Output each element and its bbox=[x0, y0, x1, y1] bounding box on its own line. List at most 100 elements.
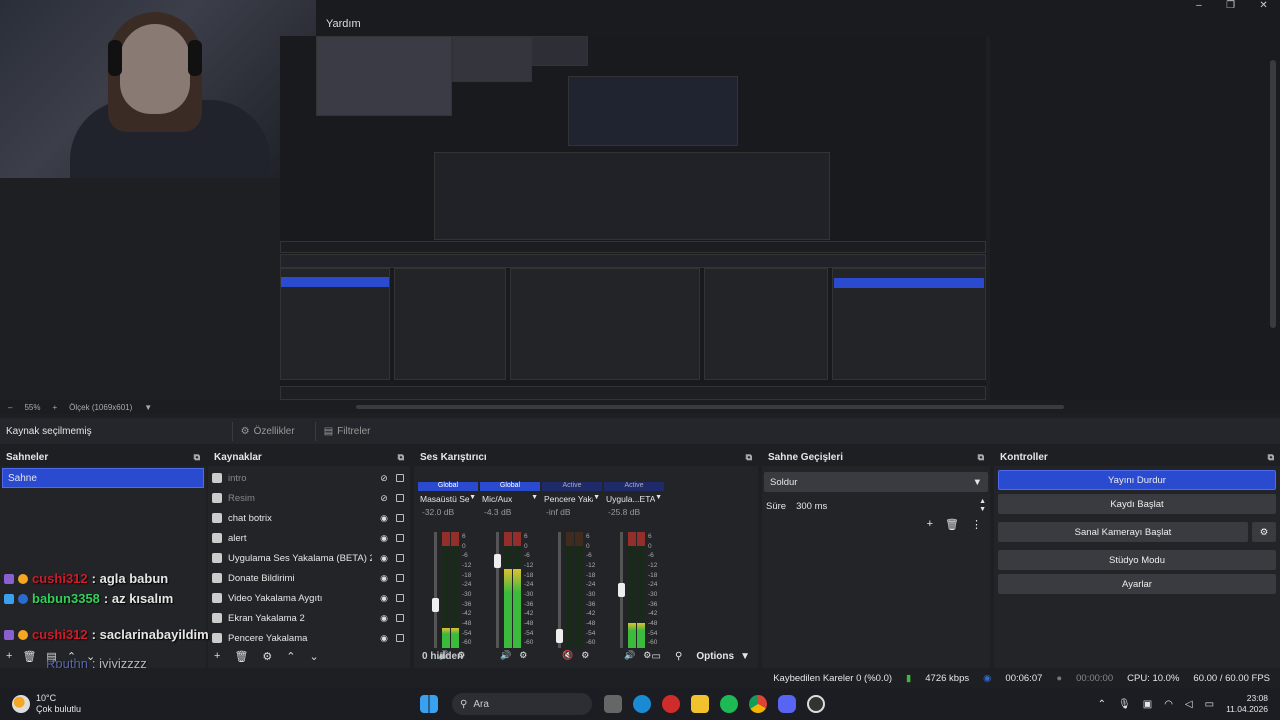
volume-slider[interactable] bbox=[494, 532, 501, 648]
channel-name[interactable]: Mic/Aux ▼ bbox=[480, 491, 540, 507]
lock-icon[interactable] bbox=[396, 534, 404, 542]
chevron-down-icon[interactable]: ▼ bbox=[740, 651, 750, 662]
lock-icon[interactable] bbox=[396, 574, 404, 582]
preview-canvas[interactable] bbox=[280, 36, 986, 400]
studio-mode-button[interactable]: Stüdyo Modu bbox=[998, 550, 1276, 570]
popout-icon[interactable]: ⧉ bbox=[978, 452, 984, 463]
mic-icon[interactable]: 🎙 bbox=[1118, 699, 1131, 710]
lock-icon[interactable] bbox=[396, 474, 404, 482]
stepper-icon[interactable]: ▲ ▼ bbox=[979, 498, 986, 514]
maximize-icon[interactable]: ❐ bbox=[1226, 0, 1235, 16]
lock-icon[interactable] bbox=[396, 494, 404, 502]
horizontal-scrollbar[interactable] bbox=[356, 405, 1064, 409]
windows-start-icon[interactable] bbox=[420, 695, 438, 713]
volume-knob[interactable] bbox=[432, 598, 439, 613]
channel-name[interactable]: Masaüstü Ses ▼ bbox=[418, 491, 478, 507]
file-explorer-icon[interactable] bbox=[691, 695, 709, 713]
vertical-scrollbar[interactable] bbox=[1270, 60, 1276, 328]
trash-icon[interactable]: 🗑 bbox=[945, 518, 959, 531]
source-item[interactable]: alert ◉ bbox=[208, 528, 410, 548]
chrome-icon[interactable] bbox=[749, 695, 767, 713]
spotify-icon[interactable] bbox=[720, 695, 738, 713]
chevron-down-icon: ▼ bbox=[593, 494, 600, 501]
discord-icon[interactable] bbox=[778, 695, 796, 713]
battery-icon[interactable]: ▭ bbox=[1205, 699, 1214, 710]
eye-icon[interactable]: ◉ bbox=[378, 613, 390, 624]
lock-icon[interactable] bbox=[396, 554, 404, 562]
lock-icon[interactable] bbox=[396, 514, 404, 522]
eye-icon[interactable]: ◉ bbox=[378, 593, 390, 604]
chevron-down-icon[interactable]: ⌄ bbox=[310, 650, 319, 663]
source-item[interactable]: Resim ⊘ bbox=[208, 488, 410, 508]
level-meter bbox=[566, 532, 574, 648]
eye-icon[interactable]: ◉ bbox=[378, 513, 390, 524]
clipboard-icon[interactable]: ▣ bbox=[1143, 699, 1152, 710]
volume-slider[interactable] bbox=[556, 532, 563, 648]
minimize-icon[interactable]: – bbox=[1196, 0, 1202, 16]
options-button[interactable]: Options bbox=[696, 651, 734, 662]
record-time: 00:00:00 bbox=[1076, 672, 1114, 684]
wifi-icon[interactable]: ◠ bbox=[1164, 699, 1173, 710]
lock-icon[interactable] bbox=[396, 614, 404, 622]
volume-knob[interactable] bbox=[494, 554, 501, 569]
popout-icon[interactable]: ⧉ bbox=[1268, 452, 1274, 463]
channel-name[interactable]: Pencere Yakalama▼ bbox=[542, 491, 602, 507]
eye-hidden-icon[interactable]: ⊘ bbox=[378, 473, 390, 484]
volume-slider[interactable] bbox=[432, 532, 439, 648]
channel-name[interactable]: Uygula...ETA) 2▼ bbox=[604, 491, 664, 507]
popout-icon[interactable]: ⧉ bbox=[398, 452, 404, 463]
source-item[interactable]: chat botrix ◉ bbox=[208, 508, 410, 528]
source-type-icon bbox=[212, 473, 222, 483]
volume-icon[interactable]: ◁ bbox=[1185, 699, 1193, 710]
popout-icon[interactable]: ⧉ bbox=[746, 452, 752, 463]
settings-button[interactable]: Ayarlar bbox=[998, 574, 1276, 594]
source-item[interactable]: Uygulama Ses Yakalama (BETA) 2 ◉ bbox=[208, 548, 410, 568]
add-icon[interactable]: + bbox=[6, 650, 12, 662]
volume-knob[interactable] bbox=[618, 583, 625, 597]
more-icon[interactable]: ⋮ bbox=[971, 518, 982, 531]
properties-button[interactable]: ⚙ Özellikler bbox=[231, 421, 303, 441]
zoom-out-icon[interactable]: – bbox=[8, 403, 12, 412]
obs-icon[interactable] bbox=[807, 695, 825, 713]
source-item[interactable]: Ekran Yakalama 2 ◉ bbox=[208, 608, 410, 628]
clock[interactable]: 23:08 11.04.2026 bbox=[1226, 693, 1268, 715]
edge-icon[interactable] bbox=[633, 695, 651, 713]
gear-icon[interactable]: ⚙ bbox=[1252, 522, 1276, 542]
start-record-button[interactable]: Kaydı Başlat bbox=[998, 494, 1276, 514]
search-box[interactable]: ⚲ Ara bbox=[452, 693, 592, 715]
lock-icon[interactable] bbox=[396, 634, 404, 642]
volume-slider[interactable] bbox=[618, 532, 625, 648]
eye-icon[interactable]: ◉ bbox=[378, 633, 390, 644]
eye-icon[interactable]: ◉ bbox=[378, 533, 390, 544]
mixer-channels: Global Masaüstü Ses ▼ -32.0 dB 6 0 -6 -12 -18 -24… bbox=[414, 466, 758, 660]
close-icon[interactable]: ✕ bbox=[1259, 0, 1267, 16]
chevron-up-icon[interactable]: ⌃ bbox=[1098, 699, 1106, 710]
trash-icon[interactable]: 🗑 bbox=[22, 650, 36, 663]
transition-select[interactable]: Soldur ▼ bbox=[764, 472, 988, 492]
stop-stream-button[interactable]: Yayını Durdur bbox=[998, 470, 1276, 490]
controls-dock: Kontroller ⧉ Yayını Durdur Kaydı Başlat S… bbox=[994, 448, 1280, 668]
virtual-cam-button[interactable]: Sanal Kamerayı Başlat bbox=[998, 522, 1248, 542]
popout-icon[interactable]: ⧉ bbox=[194, 452, 200, 463]
duration-input[interactable]: 300 ms bbox=[796, 501, 969, 512]
eye-icon[interactable]: ◉ bbox=[378, 573, 390, 584]
source-item[interactable]: intro ⊘ bbox=[208, 468, 410, 488]
volume-knob[interactable] bbox=[556, 628, 563, 643]
add-icon[interactable]: + bbox=[927, 518, 933, 531]
lock-icon[interactable] bbox=[396, 594, 404, 602]
chat-username: cushi312 bbox=[32, 571, 88, 586]
scene-item[interactable]: Sahne bbox=[2, 468, 204, 488]
zoom-in-icon[interactable]: + bbox=[52, 403, 57, 412]
task-view-icon[interactable] bbox=[604, 695, 622, 713]
eye-hidden-icon[interactable]: ⊘ bbox=[378, 493, 390, 504]
chevron-down-icon[interactable]: ▼ bbox=[144, 403, 152, 412]
layout-icon[interactable]: ▭ bbox=[652, 651, 661, 662]
menu-help[interactable]: Yardım bbox=[326, 18, 361, 30]
eye-icon[interactable]: ◉ bbox=[378, 553, 390, 564]
weather-widget[interactable]: 10°C Çok bulutlu bbox=[0, 693, 420, 715]
pinterest-icon[interactable] bbox=[662, 695, 680, 713]
link-icon[interactable]: ⚲ bbox=[675, 651, 682, 662]
channel-scope: Global bbox=[480, 482, 540, 491]
chevron-down-icon: ▼ bbox=[972, 476, 982, 488]
filters-button[interactable]: ▤ Filtreler bbox=[314, 421, 379, 441]
